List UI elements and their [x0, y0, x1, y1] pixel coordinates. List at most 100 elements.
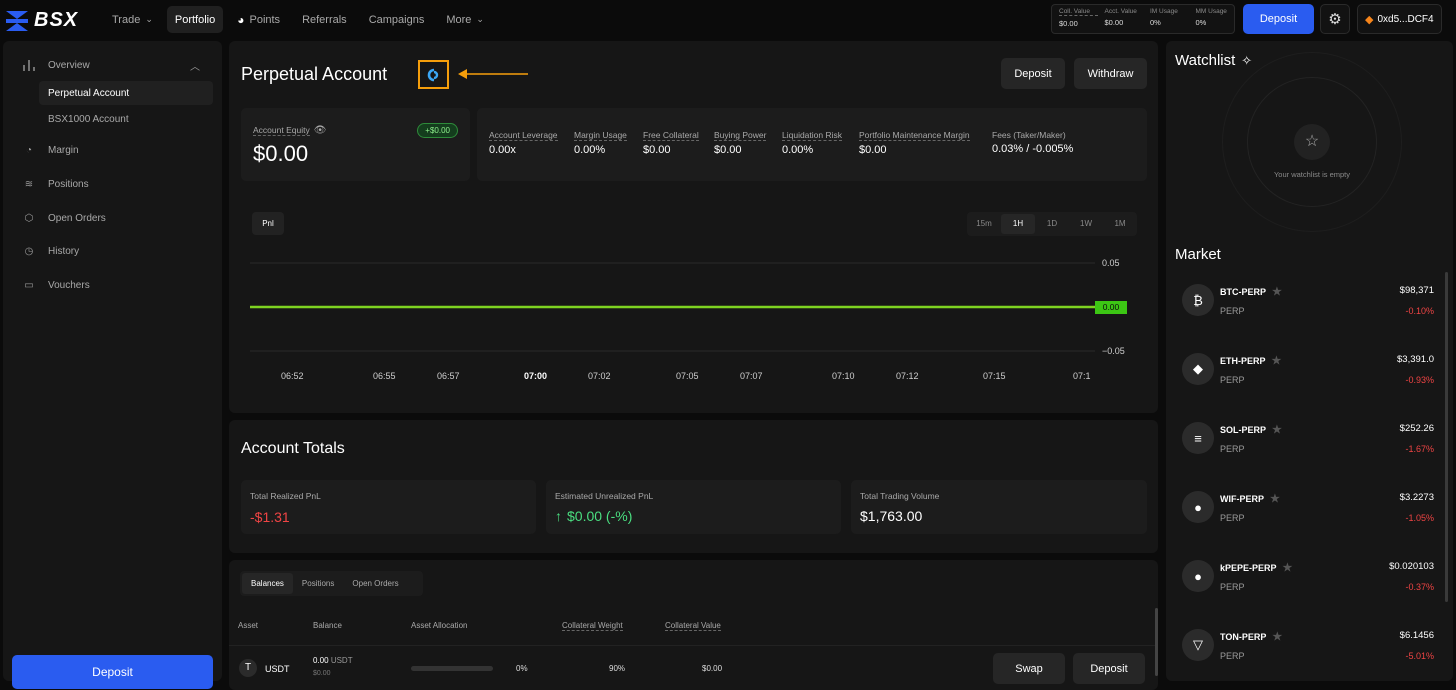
metric-free-collateral: Free Collateral $0.00 — [643, 130, 699, 156]
row-deposit-button[interactable]: Deposit — [1073, 653, 1145, 684]
market-price: $0.020103 — [1389, 561, 1434, 572]
wallet-button[interactable]: ◆ 0xd5...DCF4 — [1357, 4, 1442, 34]
eye-icon[interactable]: 👁 — [314, 125, 327, 136]
stat-value: $0.00 — [1104, 18, 1124, 27]
nav-portfolio[interactable]: Portfolio — [166, 6, 224, 33]
link-icon — [427, 68, 438, 81]
market-scrollbar[interactable] — [1445, 272, 1448, 602]
timeframe-1d[interactable]: 1D — [1035, 214, 1069, 234]
tab-balances[interactable]: Balances — [242, 573, 293, 594]
star-icon[interactable]: ★ — [1272, 630, 1282, 643]
deposit-button[interactable]: Deposit — [1001, 58, 1065, 89]
x-tick-label: 07:10 — [832, 371, 855, 381]
sidebar-item-margin[interactable]: ◔ Margin — [20, 141, 79, 159]
x-tick-label: 06:52 — [281, 371, 304, 381]
timeframe-15m[interactable]: 15m — [967, 214, 1001, 234]
market-change: -0.10% — [1405, 306, 1434, 316]
top-bar: BSX Trade ⌄ Portfolio ◕ Points Referrals C… — [0, 0, 1456, 38]
star-icon[interactable]: ★ — [1272, 285, 1282, 298]
pnl-tab[interactable]: Pnl — [252, 212, 284, 235]
sidebar-item-vouchers[interactable]: ▭ Vouchers — [20, 276, 89, 294]
main-nav: Trade ⌄ Portfolio ◕ Points Referrals Campa… — [104, 6, 498, 33]
metric-label: Portfolio Maintenance Margin — [859, 130, 970, 141]
nav-points[interactable]: ◕ Points — [229, 6, 288, 33]
stat-label: MM Usage — [1195, 8, 1227, 15]
chain-icon[interactable] — [418, 60, 449, 89]
arrow-left-icon — [458, 65, 528, 83]
current-value-label: 0.00 — [1095, 301, 1127, 314]
x-tick-label: 07:1 — [1073, 371, 1091, 381]
market-row[interactable]: ₿ BTC-PERP ★ PERP $98,371 -0.10% — [1182, 284, 1442, 344]
header-deposit-button[interactable]: Deposit — [1243, 4, 1314, 34]
chevron-down-icon: ⌄ — [145, 14, 153, 24]
market-price: $252.26 — [1399, 423, 1434, 434]
sidebar-item-history[interactable]: ◷ History — [20, 242, 80, 260]
nav-referrals-label: Referrals — [302, 13, 347, 26]
withdraw-button[interactable]: Withdraw — [1074, 58, 1147, 89]
scrollbar[interactable] — [1155, 608, 1158, 676]
balance-unit: USDT — [330, 656, 353, 665]
equity-change-badge: +$0.00 — [417, 123, 458, 138]
sidebar-deposit-button[interactable]: Deposit — [12, 655, 213, 689]
market-row[interactable]: ≡ SOL-PERP ★ PERP $252.26 -1.67% — [1182, 422, 1442, 482]
star-icon[interactable]: ★ — [1283, 561, 1293, 574]
tab-positions[interactable]: Positions — [293, 573, 343, 594]
unrealized-pnl-row: ↑ $0.00 (-%) — [555, 508, 632, 524]
nav-referrals[interactable]: Referrals — [294, 6, 355, 33]
sidebar-item-label: Positions — [48, 178, 89, 190]
star-icon[interactable]: ★ — [1272, 423, 1282, 436]
market-type: PERP — [1220, 513, 1245, 523]
timeframe-1w[interactable]: 1W — [1069, 214, 1103, 234]
sidebar-item-open-orders[interactable]: ⬡ Open Orders — [20, 209, 106, 227]
coin-icon: ≡ — [1182, 422, 1214, 454]
metric-label: Margin Usage — [574, 130, 627, 141]
ticket-icon: ▭ — [24, 279, 34, 291]
market-row[interactable]: ◆ ETH-PERP ★ PERP $3,391.0 -0.93% — [1182, 353, 1442, 413]
stat-label: Coll. Value — [1059, 8, 1098, 16]
metric-value: $0.00 — [859, 144, 887, 156]
nav-trade[interactable]: Trade ⌄ — [104, 6, 161, 33]
timeframe-1m[interactable]: 1M — [1103, 214, 1137, 234]
market-symbol-row: ETH-PERP ★ — [1220, 354, 1281, 367]
watchlist-empty-text: Your watchlist is empty — [1273, 170, 1350, 179]
market-change: -0.93% — [1405, 375, 1434, 385]
market-row[interactable]: ● kPEPE-PERP ★ PERP $0.020103 -0.37% — [1182, 560, 1442, 620]
star-icon[interactable]: ★ — [1272, 354, 1282, 367]
sidebar-sub-bsx1000-account[interactable]: BSX1000 Account — [39, 107, 213, 131]
market-row[interactable]: ● WIF-PERP ★ PERP $3.2273 -1.05% — [1182, 491, 1442, 551]
coin-icon: ₿ — [1182, 284, 1214, 316]
nav-campaigns[interactable]: Campaigns — [361, 6, 433, 33]
sidebar-item-overview[interactable]: Overview ︿ — [20, 56, 210, 74]
swap-button[interactable]: Swap — [993, 653, 1065, 684]
market-symbol-row: BTC-PERP ★ — [1220, 285, 1282, 298]
logo[interactable]: BSX — [6, 9, 78, 32]
chevron-up-icon: ︿ — [190, 61, 200, 73]
unrealized-pnl-label: Estimated Unrealized PnL — [555, 491, 654, 501]
stat-im-usage: IM Usage 0% — [1143, 5, 1189, 33]
watchlist-title: Watchlist — [1175, 52, 1236, 69]
balance-cell: 0.00 USDT — [313, 656, 353, 665]
tab-open-orders[interactable]: Open Orders — [343, 573, 407, 594]
asset-name: USDT — [265, 664, 290, 674]
sidebar-item-label: Overview — [48, 59, 90, 71]
nav-more[interactable]: More ⌄ — [438, 6, 492, 33]
sidebar-sub-perpetual-account[interactable]: Perpetual Account — [39, 81, 213, 105]
market-symbol-row: kPEPE-PERP ★ — [1220, 561, 1292, 574]
nav-portfolio-label: Portfolio — [174, 13, 216, 26]
star-icon[interactable]: ★ — [1270, 492, 1280, 505]
sidebar-item-positions[interactable]: ≋ Positions — [20, 175, 89, 193]
brand-name: BSX — [34, 9, 79, 31]
x-tick-label: 07:05 — [676, 371, 699, 381]
market-change: -0.37% — [1405, 582, 1434, 592]
market-symbol-row: TON-PERP ★ — [1220, 630, 1282, 643]
timeframe-1h[interactable]: 1H — [1001, 214, 1035, 234]
allocation-bar — [411, 666, 493, 671]
market-row[interactable]: ▽ TON-PERP ★ PERP $6.1456 -5.01% — [1182, 629, 1442, 689]
y-tick-top: 0.05 — [1102, 258, 1120, 268]
nav-trade-label: Trade — [112, 13, 141, 26]
market-type: PERP — [1220, 444, 1245, 454]
market-type: PERP — [1220, 375, 1245, 385]
x-tick-label: 07:00 — [524, 371, 548, 381]
settings-button[interactable]: ⚙ — [1320, 4, 1350, 34]
market-type: PERP — [1220, 582, 1245, 592]
